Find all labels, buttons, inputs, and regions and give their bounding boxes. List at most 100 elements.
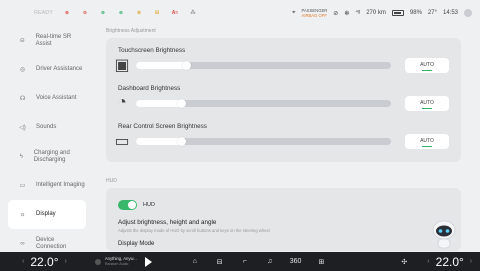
temp-decrease-icon[interactable]: ‹: [22, 258, 24, 265]
brightness-section-title: Brightness Adjustment: [106, 28, 156, 34]
link-icon: ∞: [20, 240, 25, 247]
brightness-icon: ☼: [19, 211, 26, 218]
steering-wheel-icon: ◎: [19, 67, 26, 73]
outside-temperature: 27°: [427, 10, 437, 16]
dashboard-auto-button[interactable]: AUTO: [405, 95, 449, 111]
range-text: 270 km: [366, 10, 386, 16]
screen-icon: ▣: [114, 57, 130, 74]
airbag-warning-icon: ⊙: [82, 10, 88, 16]
dashboard-brightness-slider[interactable]: [136, 98, 391, 108]
lights-icon: ⊛: [100, 10, 106, 16]
engine-icon: ⊟: [154, 10, 160, 16]
driver-temperature-control: ‹ 22.0° ›: [16, 255, 73, 269]
sidebar-item-label: Real-time SR Assist: [35, 33, 72, 47]
sidebar-item-display[interactable]: ☼ Display: [8, 200, 86, 229]
camera-off-icon: ⊘: [333, 10, 339, 17]
sidebar-item-label: Sounds: [36, 124, 57, 130]
hud-toggle-row: HUD: [118, 198, 449, 212]
realtime-sr-icon: ⊝: [19, 38, 25, 44]
slider-handle[interactable]: [182, 60, 191, 70]
charging-icon: ϟ: [19, 153, 23, 160]
rear-screen-auto-button[interactable]: AUTO: [405, 133, 449, 149]
profile-icon[interactable]: [464, 9, 472, 17]
status-indicators: READY ⊛ ⊙ ⊛ ⊛ ⊚ ⊟ A≈ ⁂: [34, 8, 199, 18]
seat-icon[interactable]: ⌐: [240, 257, 250, 267]
passenger-temperature: 22.0°: [435, 254, 464, 269]
camera-360-icon[interactable]: 360: [290, 258, 302, 265]
battery-icon: [391, 10, 404, 16]
hud-toggle-label: HUD: [143, 202, 155, 208]
passenger-temperature-control: ‹ 22.0° ›: [421, 255, 478, 269]
hud-section-title: HUD: [106, 178, 117, 184]
media-player[interactable]: Anything, Anyw... Random Audio: [94, 256, 152, 267]
hud-adjust-description: Adjusts the display mode of HUD by scrol…: [118, 228, 270, 233]
driver-temperature: 22.0°: [30, 254, 59, 269]
location-icon: ⌖: [292, 9, 296, 16]
sidelights-icon: ⊛: [118, 10, 124, 16]
hud-toggle[interactable]: [118, 200, 137, 210]
hud-adjust-title[interactable]: Adjust brightness, height and angle: [118, 219, 449, 226]
camera-icon: ▭: [19, 183, 26, 189]
seatbelt-warning-icon: ⊛: [64, 10, 70, 16]
dashboard-brightness-row: ◔ AUTO: [117, 94, 449, 111]
dashboard-brightness-title: Dashboard Brightness: [118, 85, 181, 92]
sidebar-item-voice-assistant[interactable]: ☊ Voice Assistant: [8, 84, 86, 113]
bluetooth-icon: ✻: [344, 10, 350, 17]
traction-icon: ⁂: [190, 10, 196, 16]
fan-icon[interactable]: ✣: [401, 258, 407, 266]
hud-display-mode-title: Display Mode: [118, 241, 155, 247]
ready-indicator: READY: [34, 10, 53, 16]
status-right: ⌖ PASSENGER AIRBAG OFF ⊘ ✻ ⁴ᵍ 270 km 98%…: [292, 8, 472, 19]
temp-decrease-icon[interactable]: ‹: [427, 258, 429, 265]
touchscreen-brightness-title: Touchscreen Brightness: [118, 47, 186, 54]
sidebar-item-label: Voice Assistant: [36, 95, 77, 101]
touchscreen-brightness-row: ▣ AUTO: [114, 57, 449, 74]
sidebar-item-realtime-sr-assist[interactable]: ⊝ Real-time SR Assist: [8, 26, 86, 55]
sidebar-item-intelligent-imaging[interactable]: ▭ Intelligent Imaging: [8, 171, 86, 200]
car-icon[interactable]: ⊟: [215, 257, 225, 267]
slider-fill: [136, 99, 182, 107]
temp-increase-icon[interactable]: ›: [470, 258, 472, 265]
sidebar-item-driver-assistance[interactable]: ◎ Driver Assistance: [8, 55, 86, 84]
display-settings-panel: Brightness Adjustment Touchscreen Bright…: [106, 26, 461, 252]
rear-screen-icon: ▭: [114, 133, 130, 150]
signal-icon: ⁴ᵍ: [355, 10, 361, 16]
rear-screen-brightness-title: Rear Control Screen Brightness: [118, 123, 207, 130]
speaker-icon: ◁): [19, 125, 26, 131]
clock: 14:53: [442, 10, 458, 16]
navigation-icon[interactable]: ⌂: [190, 257, 200, 267]
sidebar-item-label: Intelligent Imaging: [36, 182, 85, 188]
status-bar: READY ⊛ ⊙ ⊛ ⊛ ⊚ ⊟ A≈ ⁂ ⌖ PASSENGER AIRBA…: [0, 0, 480, 26]
rear-screen-brightness-slider[interactable]: [136, 136, 391, 146]
brightness-card: Touchscreen Brightness ▣ AUTO Dashboard …: [106, 38, 461, 162]
sidebar-item-label: Charging and Discharging: [33, 149, 70, 163]
album-art: [94, 258, 101, 265]
abs-icon: A≈: [171, 10, 179, 16]
rear-screen-brightness-row: ▭ AUTO: [114, 133, 449, 150]
battery-percent: 98%: [409, 10, 422, 16]
gauge-icon: ◔: [117, 94, 127, 111]
passenger-airbag-status: PASSENGER AIRBAG OFF: [301, 7, 328, 19]
sidebar-item-charging[interactable]: ϟ Charging and Discharging: [8, 142, 86, 171]
song-artist: Random Audio: [104, 261, 129, 266]
temp-increase-icon[interactable]: ›: [65, 258, 67, 265]
slider-handle[interactable]: [176, 98, 186, 108]
tire-icon: ⊚: [136, 10, 142, 16]
slider-handle[interactable]: [176, 136, 186, 146]
slider-fill: [136, 137, 182, 145]
touchscreen-brightness-slider[interactable]: [136, 60, 391, 70]
sidebar-item-label: Device Connection: [35, 236, 67, 250]
assistant-robot-icon[interactable]: [429, 219, 459, 251]
touchscreen-auto-button[interactable]: AUTO: [405, 57, 449, 73]
music-icon[interactable]: ♫: [265, 257, 275, 267]
settings-sidebar: ⊝ Real-time SR Assist ◎ Driver Assistanc…: [8, 26, 86, 252]
sidebar-item-label: Display: [36, 211, 56, 217]
bottom-dock: ‹ 22.0° › Anything, Anyw... Random Audio…: [0, 252, 480, 271]
sidebar-item-label: Driver Assistance: [36, 66, 83, 72]
dock-apps: ⌂ ⊟ ⌐ ♫ 360 ⊞: [190, 257, 327, 267]
play-icon[interactable]: [144, 256, 152, 267]
voice-icon: ☊: [19, 96, 26, 102]
apps-grid-icon[interactable]: ⊞: [316, 257, 326, 267]
hud-card: HUD Adjust brightness, height and angle …: [106, 188, 461, 251]
sidebar-item-sounds[interactable]: ◁) Sounds: [8, 113, 86, 142]
